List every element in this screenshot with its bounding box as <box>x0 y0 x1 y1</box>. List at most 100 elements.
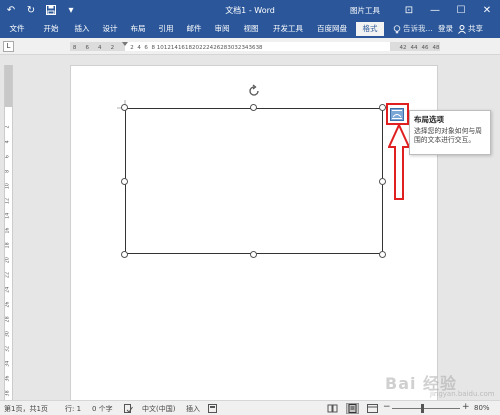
ruler-label: 2 <box>111 45 115 51</box>
tab-view[interactable]: 视图 <box>239 22 263 36</box>
resize-handle-bottom[interactable] <box>250 251 257 258</box>
ruler-label: 4 <box>137 45 141 51</box>
ruler-label: 8 <box>73 45 77 51</box>
language-indicator[interactable]: 中文(中国) <box>142 404 175 414</box>
status-bar: 第1页，共1页 行: 1 0 个字 中文(中国) 插入 − + 80% <box>0 400 500 415</box>
resize-handle-top-right[interactable] <box>379 104 386 111</box>
tab-home[interactable]: 开始 <box>39 22 63 36</box>
vertical-ruler-label: 18 <box>5 242 11 248</box>
vertical-ruler-label: 12 <box>5 198 11 204</box>
zoom-slider-thumb[interactable] <box>421 404 424 413</box>
vertical-ruler-label: 22 <box>5 272 11 278</box>
tab-insert[interactable]: 插入 <box>70 22 94 36</box>
rectangle-shape[interactable] <box>125 108 383 254</box>
macro-record-icon[interactable] <box>208 404 217 413</box>
vertical-ruler-label: 30 <box>5 331 11 337</box>
ruler-bar: L 8 6 4 2 2 4 6 8 10 12 14 16 18 20 22 24 26 28 30 32 34 36 38… <box>0 38 500 55</box>
tab-file[interactable]: 文件 <box>5 22 29 36</box>
vertical-ruler-label: 16 <box>5 228 11 234</box>
line-number: 行: 1 <box>65 405 82 413</box>
vertical-ruler-label: 24 <box>5 287 11 293</box>
ruler-label: 22 <box>199 45 206 51</box>
horizontal-ruler[interactable]: 8 6 4 2 2 4 6 8 10 12 14 16 18 20 22 24 26 28 30 32 34 36 38 42… <box>70 42 440 51</box>
tab-review[interactable]: 审阅 <box>210 22 234 36</box>
up-arrow-annotation <box>388 123 410 200</box>
ribbon-display-options-button[interactable]: ⊡ <box>396 0 422 20</box>
vertical-ruler-label: 20 <box>5 257 11 263</box>
share-label: 共享 <box>468 24 483 33</box>
resize-handle-top[interactable] <box>250 104 257 111</box>
tab-baidu-netdisk[interactable]: 百度网盘 <box>312 22 352 36</box>
resize-handle-bottom-right[interactable] <box>379 251 386 258</box>
vertical-ruler-label: 28 <box>5 316 11 322</box>
tooltip-title: 布局选项 <box>414 115 444 124</box>
resize-handle-left[interactable] <box>121 178 128 185</box>
vertical-ruler-label: 4 <box>5 140 11 143</box>
resize-handle-right[interactable] <box>379 178 386 185</box>
layout-options-tooltip: 布局选项 选择您的对象如何与周围的文本进行交互。 <box>409 110 491 155</box>
tell-me-box[interactable]: 告诉我... <box>393 22 433 36</box>
ribbon-tabs: 文件 开始 插入 设计 布局 引用 邮件 审阅 视图 开发工具 百度网盘 格式 … <box>0 20 500 38</box>
tab-design[interactable]: 设计 <box>98 22 122 36</box>
first-line-indent-marker[interactable] <box>122 42 128 46</box>
share-button[interactable]: 共享 <box>458 22 483 36</box>
ruler-label: 48 <box>433 45 440 51</box>
ruler-label: 42 <box>400 45 407 51</box>
proofing-icon[interactable] <box>124 404 133 413</box>
vertical-ruler-label: 32 <box>5 346 11 352</box>
ruler-label: 6 <box>85 45 89 51</box>
ruler-label: 32 <box>234 45 241 51</box>
zoom-level[interactable]: 80% <box>474 404 490 412</box>
print-layout-icon <box>348 404 357 413</box>
person-icon <box>458 24 466 34</box>
ruler-label: 6 <box>144 45 148 51</box>
highlight-box <box>386 103 409 125</box>
lightbulb-icon <box>393 24 401 33</box>
close-button[interactable]: ✕ <box>474 0 500 20</box>
tab-references[interactable]: 引用 <box>154 22 178 36</box>
ruler-label: 8 <box>151 45 155 51</box>
page-count[interactable]: 第1页，共1页 <box>4 404 48 414</box>
title-bar: ↶ ↻ ▾ 文档1 - Word 图片工具 ⊡ — ☐ ✕ <box>0 0 500 20</box>
resize-handle-bottom-left[interactable] <box>121 251 128 258</box>
tell-me-placeholder: 告诉我... <box>403 24 433 33</box>
tab-mailings[interactable]: 邮件 <box>182 22 206 36</box>
ruler-label: 2 <box>130 45 134 51</box>
ruler-label: 4 <box>98 45 102 51</box>
vertical-ruler-label: 26 <box>5 302 11 308</box>
ruler-label: 38 <box>256 45 263 51</box>
vertical-ruler-label: 38 <box>5 390 11 396</box>
read-mode-icon <box>327 404 338 413</box>
minimize-button[interactable]: — <box>422 0 448 20</box>
vertical-ruler-label: 10 <box>5 183 11 189</box>
ruler-label: 46 <box>422 45 429 51</box>
vertical-ruler-label: 36 <box>5 376 11 382</box>
baidu-watermark-url: jingyan.baidu.com <box>430 390 495 398</box>
ruler-label: 12 <box>164 45 171 51</box>
rotate-handle[interactable] <box>247 84 261 98</box>
read-mode-button[interactable] <box>326 403 339 414</box>
vertical-ruler[interactable]: 24681012141618202224262830323436384042 <box>4 65 13 400</box>
vertical-ruler-label: 34 <box>5 361 11 367</box>
resize-handle-top-left[interactable] <box>121 104 128 111</box>
zoom-out-button[interactable]: − <box>383 402 391 412</box>
tab-format[interactable]: 格式 <box>356 22 384 36</box>
tab-selector[interactable]: L <box>3 41 14 52</box>
picture-tools-context-title: 图片工具 <box>350 6 380 15</box>
web-layout-button[interactable] <box>366 403 379 414</box>
vertical-ruler-label: 14 <box>5 213 11 219</box>
word-count[interactable]: 0 个字 <box>92 404 113 414</box>
tab-layout[interactable]: 布局 <box>126 22 150 36</box>
vertical-ruler-label: 6 <box>5 155 11 158</box>
tooltip-description: 选择您的对象如何与周围的文本进行交互。 <box>414 127 482 144</box>
print-layout-button[interactable] <box>346 403 359 414</box>
maximize-button[interactable]: ☐ <box>448 0 474 20</box>
vertical-ruler-label: 2 <box>5 125 11 128</box>
zoom-slider[interactable] <box>392 408 460 409</box>
tab-developer[interactable]: 开发工具 <box>268 22 308 36</box>
zoom-in-button[interactable]: + <box>462 402 470 412</box>
login-link[interactable]: 登录 <box>438 22 453 36</box>
insert-mode-indicator[interactable]: 插入 <box>186 404 200 414</box>
ruler-label: 44 <box>411 45 418 51</box>
window-controls: ⊡ — ☐ ✕ <box>396 0 500 20</box>
